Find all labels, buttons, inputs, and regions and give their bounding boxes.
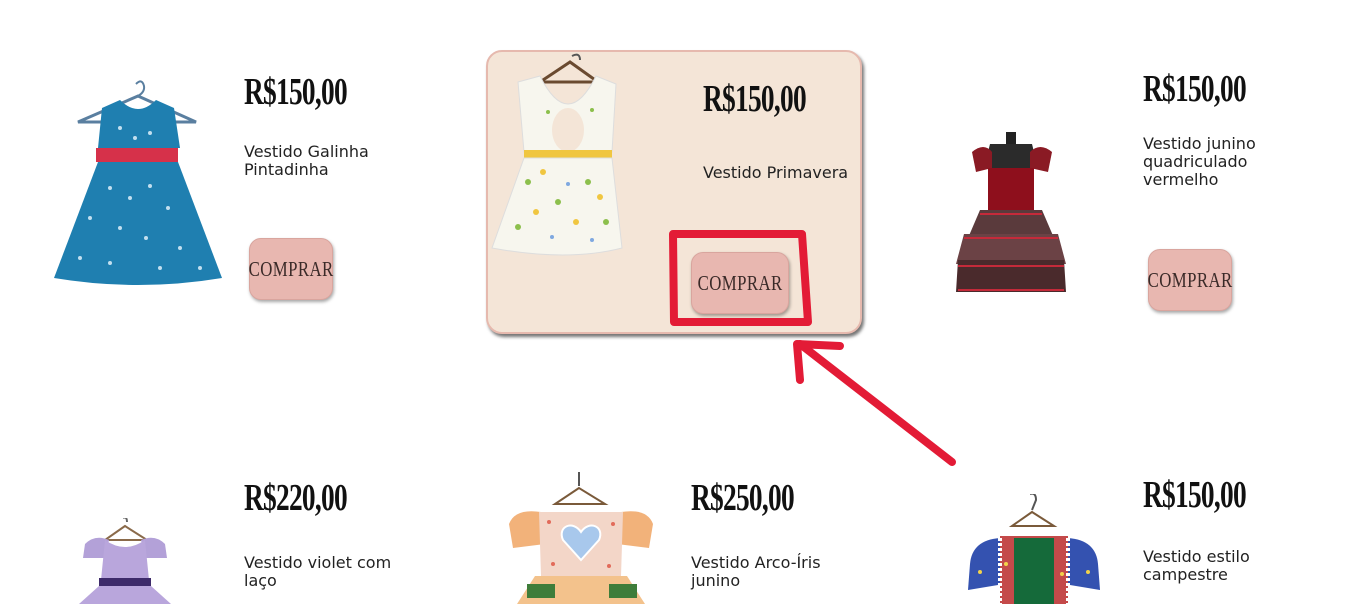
product-price: R$150,00 [703,78,807,120]
buy-button[interactable]: COMPRAR [691,252,789,314]
buy-button-label: COMPRAR [697,270,783,295]
buy-button-label: COMPRAR [1147,267,1233,292]
product-name[interactable]: Vestido Primavera [703,164,863,182]
product-name[interactable]: Vestido violet com laço [244,554,414,590]
buy-button[interactable]: COMPRAR [249,238,333,300]
purple-dress-image[interactable] [75,518,175,604]
buy-button[interactable]: COMPRAR [1148,249,1232,311]
product-name[interactable]: Vestido junino quadriculado vermelho [1143,135,1293,189]
product-name[interactable]: Vestido estilo campestre [1143,548,1293,584]
blue-polka-dot-dress-image[interactable] [50,78,225,290]
white-floral-dress-image[interactable] [488,52,628,262]
red-plaid-dress-image[interactable] [950,128,1070,300]
country-style-dress-image[interactable] [964,494,1104,604]
product-price: R$250,00 [691,477,795,519]
product-name[interactable]: Vestido Galinha Pintadinha [244,143,394,179]
product-price: R$150,00 [1143,474,1247,516]
patchwork-heart-dress-image[interactable] [505,472,657,604]
buy-button-label: COMPRAR [248,256,334,281]
product-price: R$150,00 [244,71,348,113]
product-card-primavera: R$150,00 Vestido Primavera COMPRAR [486,50,862,334]
product-price: R$220,00 [244,477,348,519]
product-name[interactable]: Vestido Arco-Íris junino [691,554,851,590]
product-price: R$150,00 [1143,68,1247,110]
